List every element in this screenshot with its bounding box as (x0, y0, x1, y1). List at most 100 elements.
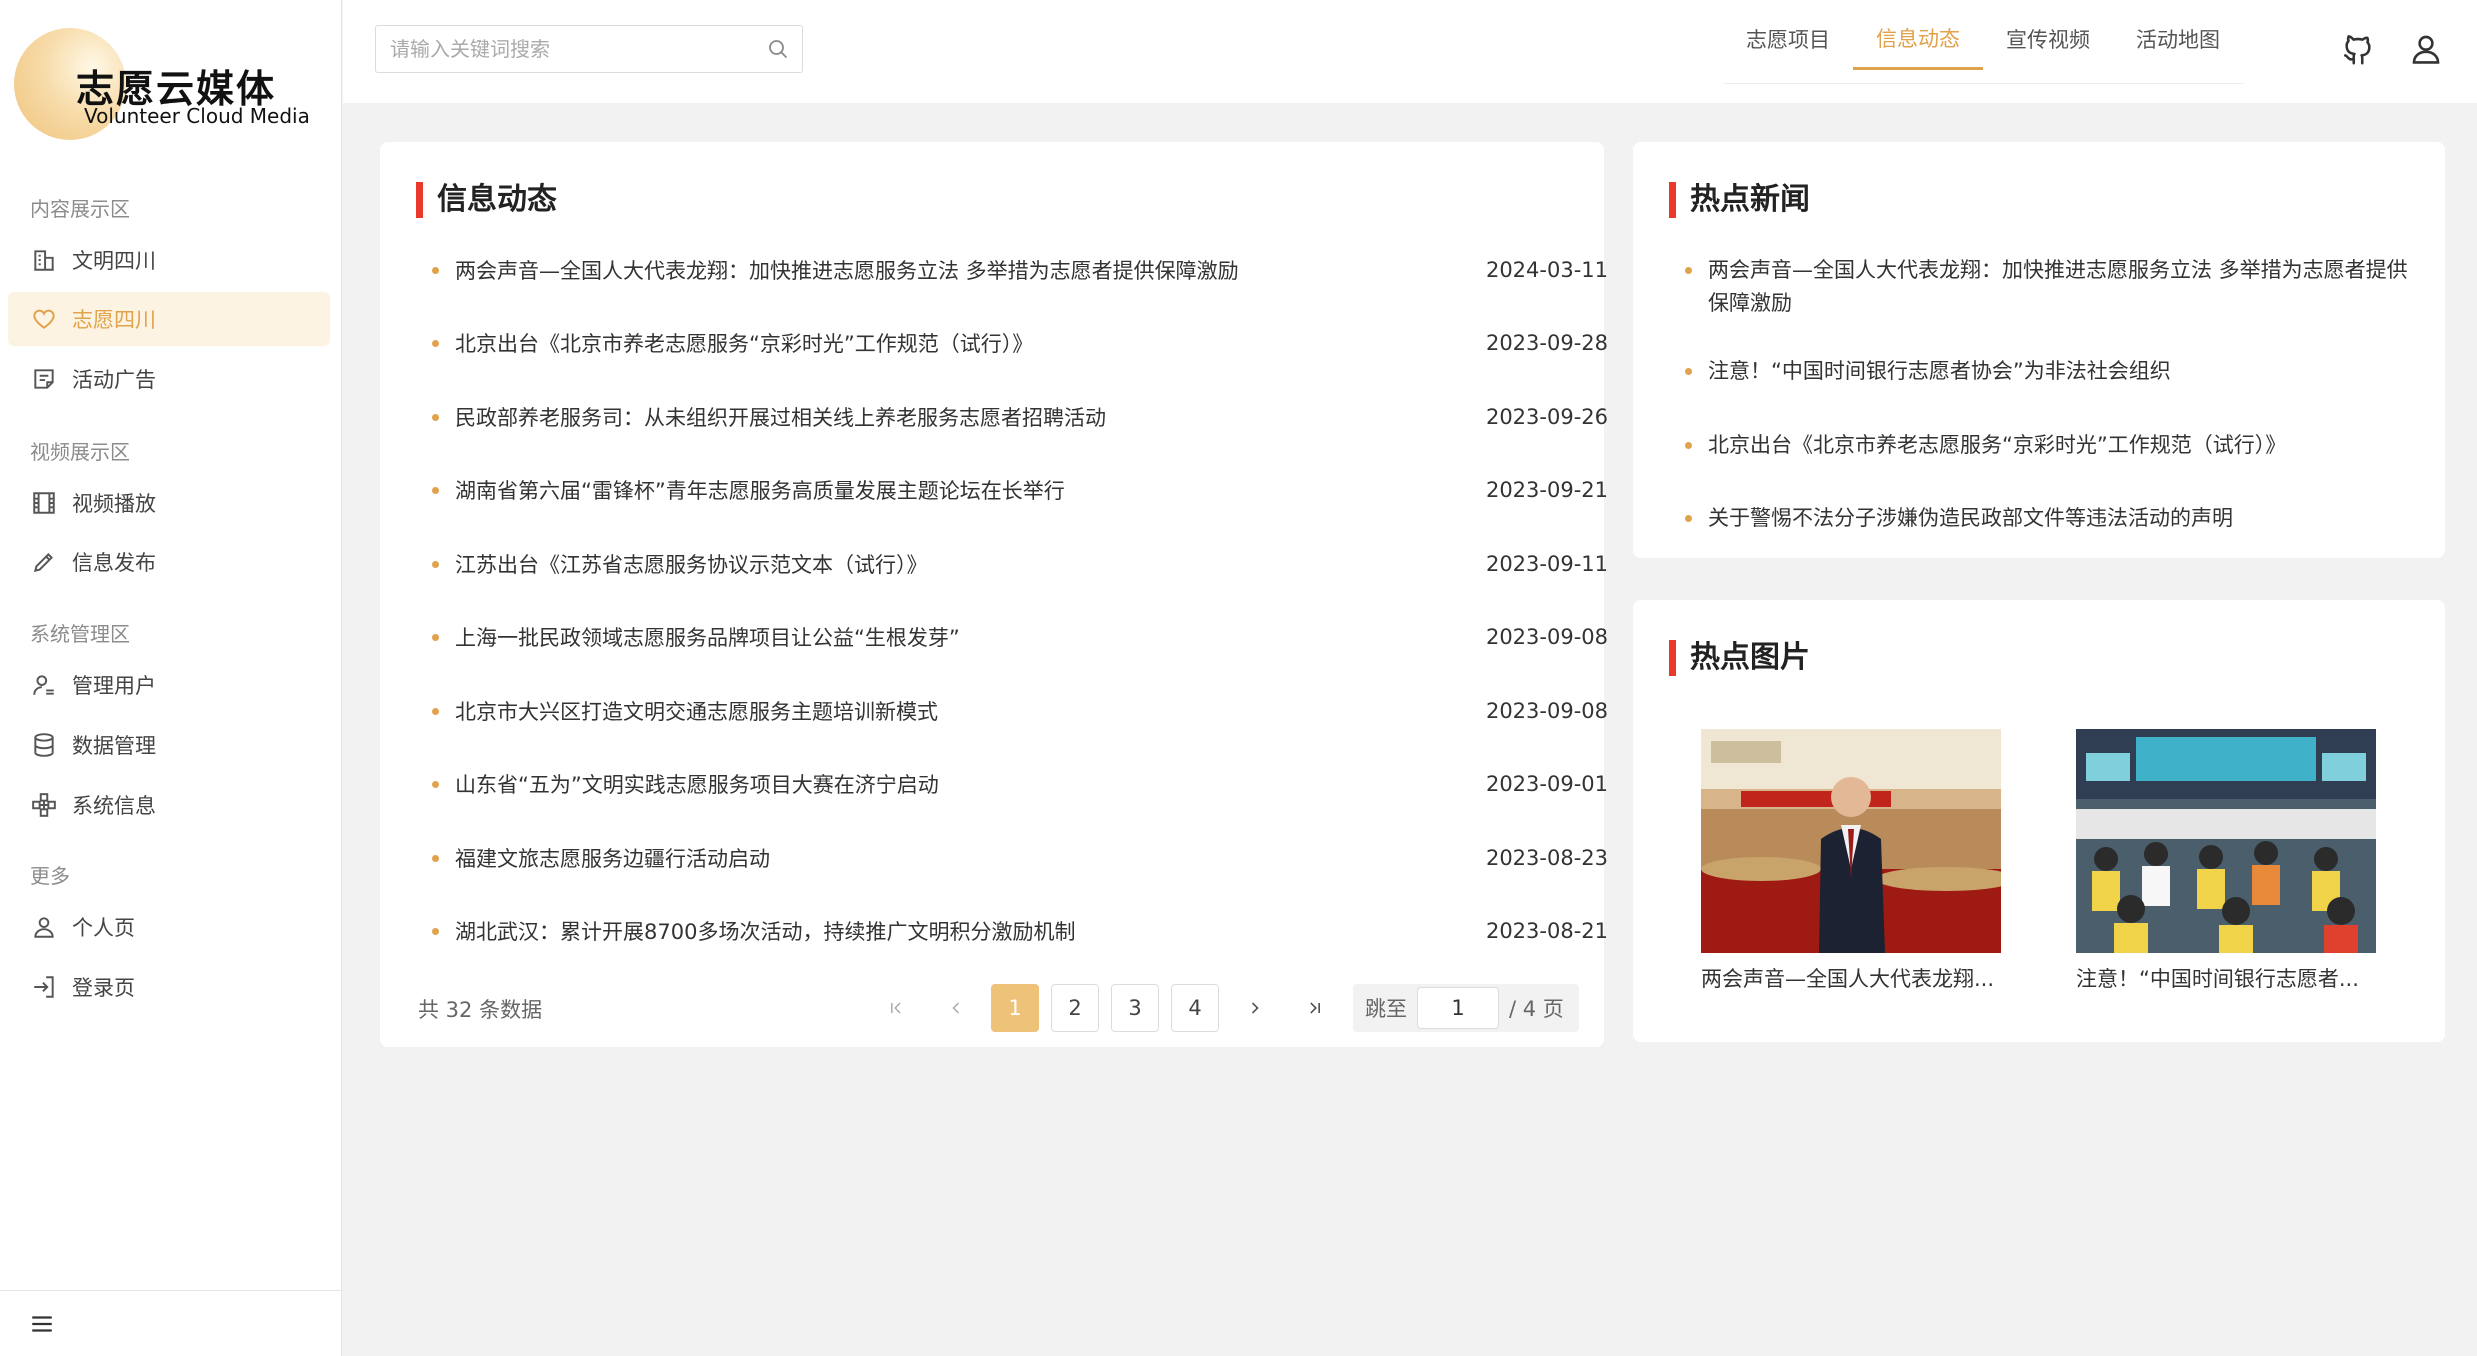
prev-page-button[interactable] (932, 984, 980, 1032)
user-account-icon[interactable] (2409, 32, 2443, 66)
bullet-dot (432, 266, 439, 274)
top-nav-tabs: 志愿项目 信息动态 宣传视频 活动地图 (1723, 22, 2243, 84)
page-button-2[interactable]: 2 (1051, 984, 1099, 1032)
next-page-button[interactable] (1231, 984, 1279, 1032)
building-icon (30, 246, 58, 274)
jump-suffix: / 4 页 (1509, 997, 1564, 1021)
chevron-left-icon (952, 1002, 960, 1014)
hot-pic-caption[interactable]: 注意！“中国时间银行志愿者... (2076, 963, 2376, 993)
bullet-dot (432, 560, 439, 568)
news-title[interactable]: 北京出台《北京市养老志愿服务“京彩时光”工作规范（试行）》 (455, 328, 1468, 358)
news-card: 信息动态 两会声音—全国人大代表龙翔：加快推进志愿服务立法 多举措为志愿者提供保… (380, 142, 1608, 1047)
sidebar-item-video-play[interactable]: 视频播放 (8, 476, 330, 530)
sidebar-item-manage-users[interactable]: 管理用户 (8, 658, 330, 712)
news-row[interactable]: 湖北武汉：累计开展8700多场次活动，持续推广文明积分激励机制 2023-08-2… (432, 911, 1608, 951)
page-button-1[interactable]: 1 (991, 984, 1039, 1032)
news-title[interactable]: 湖南省第六届“雷锋杯”青年志愿服务高质量发展主题论坛在长举行 (455, 475, 1468, 505)
last-page-button[interactable] (1291, 984, 1339, 1032)
hot-pic-image-delegate[interactable] (1701, 729, 2001, 953)
news-title[interactable]: 民政部养老服务司：从未组织开展过相关线上养老服务志愿者招聘活动 (455, 402, 1468, 432)
sidebar-footer (0, 1290, 342, 1356)
sidebar-item-label: 个人页 (72, 916, 135, 940)
sidebar-item-publish[interactable]: 信息发布 (8, 535, 330, 589)
hot-news-text[interactable]: 两会声音—全国人大代表龙翔：加快推进志愿服务立法 多举措为志愿者提供保障激励 (1708, 254, 2425, 320)
chevron-right-icon (1251, 1002, 1259, 1014)
jump-label: 跳至 (1365, 997, 1407, 1021)
hot-news-item[interactable]: 注意！“中国时间银行志愿者协会”为非法社会组织 (1685, 355, 2425, 388)
hot-news-item[interactable]: 北京出台《北京市养老志愿服务“京彩时光”工作规范（试行）》 (1685, 429, 2425, 462)
brand-logo[interactable]: 志愿云媒体 Volunteer Cloud Media (14, 24, 334, 144)
sidebar-item-profile[interactable]: 个人页 (8, 900, 330, 954)
search-input[interactable] (376, 26, 736, 72)
login-icon (30, 973, 58, 1001)
heart-icon (30, 305, 58, 333)
tab-volunteer-projects[interactable]: 志愿项目 (1723, 8, 1853, 70)
sidebar-item-system-info[interactable]: 系统信息 (8, 778, 330, 832)
news-row[interactable]: 北京市大兴区打造文明交通志愿服务主题培训新模式 2023-09-08 (432, 691, 1608, 731)
photo-volunteers-illustration (2076, 729, 2376, 953)
news-title[interactable]: 福建文旅志愿服务边疆行活动启动 (455, 843, 1468, 873)
news-row[interactable]: 湖南省第六届“雷锋杯”青年志愿服务高质量发展主题论坛在长举行 2023-09-21 (432, 470, 1608, 510)
sidebar-item-label: 登录页 (72, 976, 135, 1000)
pagination-total: 共 32 条数据 (418, 998, 543, 1022)
news-row[interactable]: 民政部养老服务司：从未组织开展过相关线上养老服务志愿者招聘活动 2023-09-2… (432, 397, 1608, 437)
bullet-dot (432, 927, 439, 935)
news-date: 2024-03-11 (1485, 258, 1608, 282)
cluster-icon (30, 791, 58, 819)
news-row[interactable]: 两会声音—全国人大代表龙翔：加快推进志愿服务立法 多举措为志愿者提供保障激励 20… (432, 250, 1608, 290)
sidebar-item-wenming-sichuan[interactable]: 文明四川 (8, 233, 330, 287)
sidebar-item-data-manage[interactable]: 数据管理 (8, 718, 330, 772)
hot-pics-title: 热点图片 (1669, 640, 1810, 676)
sidebar-item-zhiyuan-sichuan[interactable]: 志愿四川 (8, 292, 330, 346)
sidebar-item-label: 管理用户 (72, 674, 156, 698)
top-header: 志愿项目 信息动态 宣传视频 活动地图 (343, 0, 2477, 103)
hot-pic-image-volunteers[interactable] (2076, 729, 2376, 953)
page-jump-input[interactable] (1417, 987, 1499, 1029)
bullet-dot (432, 854, 439, 862)
bullet-dot (432, 633, 439, 641)
news-row[interactable]: 北京出台《北京市养老志愿服务“京彩时光”工作规范（试行）》 2023-09-28 (432, 323, 1608, 363)
news-date: 2023-09-11 (1485, 552, 1608, 576)
tab-activity-map[interactable]: 活动地图 (2113, 8, 2243, 70)
hot-news-item[interactable]: 两会声音—全国人大代表龙翔：加快推进志愿服务立法 多举措为志愿者提供保障激励 (1685, 254, 2425, 320)
github-icon[interactable] (2341, 32, 2375, 66)
nav-group-system: 系统管理区 (30, 622, 130, 646)
sidebar-item-label: 活动广告 (72, 368, 156, 392)
sidebar-item-label: 信息发布 (72, 551, 156, 575)
news-date: 2023-09-26 (1485, 405, 1608, 429)
news-row[interactable]: 上海一批民政领域志愿服务品牌项目让公益“生根发芽” 2023-09-08 (432, 617, 1608, 657)
tab-news[interactable]: 信息动态 (1853, 8, 1983, 70)
hot-news-text[interactable]: 关于警惕不法分子涉嫌伪造民政部文件等违法活动的声明 (1708, 502, 2233, 535)
hot-news-text[interactable]: 注意！“中国时间银行志愿者协会”为非法社会组织 (1708, 355, 2171, 388)
first-page-button[interactable] (872, 984, 920, 1032)
user-icon (30, 913, 58, 941)
news-date: 2023-09-01 (1485, 772, 1608, 796)
hot-news-item[interactable]: 关于警惕不法分子涉嫌伪造民政部文件等违法活动的声明 (1685, 502, 2425, 535)
news-title[interactable]: 江苏出台《江苏省志愿服务协议示范文本（试行）》 (455, 549, 1468, 579)
sidebar-item-activity-ads[interactable]: 活动广告 (8, 352, 330, 406)
bullet-dot (432, 707, 439, 715)
news-row[interactable]: 福建文旅志愿服务边疆行活动启动 2023-08-23 (432, 838, 1608, 878)
hot-pic-caption[interactable]: 两会声音—全国人大代表龙翔... (1701, 963, 2001, 993)
news-row[interactable]: 江苏出台《江苏省志愿服务协议示范文本（试行）》 2023-09-11 (432, 544, 1608, 584)
sidebar-item-login[interactable]: 登录页 (8, 960, 330, 1014)
hot-pic-item[interactable]: 两会声音—全国人大代表龙翔... (1701, 729, 2001, 993)
menu-toggle-icon[interactable] (28, 1311, 56, 1337)
news-title[interactable]: 山东省“五为”文明实践志愿服务项目大赛在济宁启动 (455, 769, 1468, 799)
page-button-3[interactable]: 3 (1111, 984, 1159, 1032)
news-title[interactable]: 北京市大兴区打造文明交通志愿服务主题培训新模式 (455, 696, 1468, 726)
tab-promo-videos[interactable]: 宣传视频 (1983, 8, 2113, 70)
news-date: 2023-09-08 (1485, 625, 1608, 649)
sidebar-item-label: 志愿四川 (72, 308, 156, 332)
news-title[interactable]: 上海一批民政领域志愿服务品牌项目让公益“生根发芽” (455, 622, 1468, 652)
hot-pic-item[interactable]: 注意！“中国时间银行志愿者... (2076, 729, 2376, 993)
photo-delegate-illustration (1701, 729, 2001, 953)
search-box (375, 25, 803, 73)
page-button-4[interactable]: 4 (1171, 984, 1219, 1032)
search-icon[interactable] (766, 37, 790, 61)
news-title[interactable]: 两会声音—全国人大代表龙翔：加快推进志愿服务立法 多举措为志愿者提供保障激励 (455, 255, 1468, 285)
sidebar-item-label: 系统信息 (72, 794, 156, 818)
news-row[interactable]: 山东省“五为”文明实践志愿服务项目大赛在济宁启动 2023-09-01 (432, 764, 1608, 804)
news-title[interactable]: 湖北武汉：累计开展8700多场次活动，持续推广文明积分激励机制 (455, 916, 1468, 946)
hot-news-text[interactable]: 北京出台《北京市养老志愿服务“京彩时光”工作规范（试行）》 (1708, 429, 2286, 462)
